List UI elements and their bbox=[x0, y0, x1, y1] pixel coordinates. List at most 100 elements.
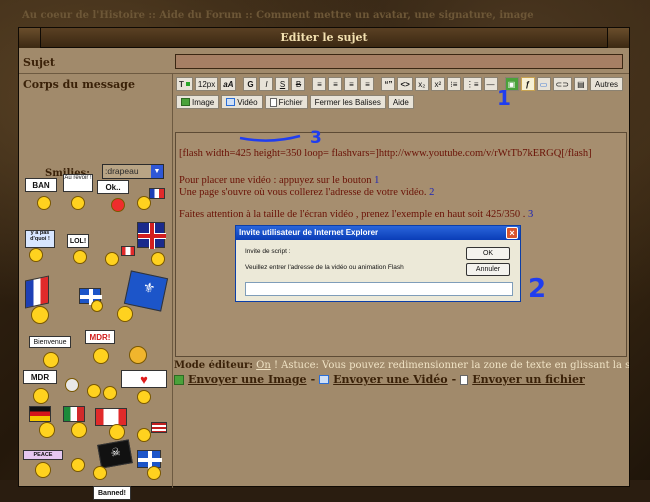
superscript-button[interactable]: x² bbox=[430, 77, 445, 91]
smiley-face-icon bbox=[37, 196, 51, 210]
table-insert-icon[interactable]: ▤ bbox=[573, 77, 588, 91]
smiley-face-icon bbox=[137, 196, 151, 210]
upload-file-link[interactable]: Envoyer un fichier bbox=[472, 373, 585, 386]
smiley-face-icon bbox=[137, 428, 151, 442]
smiley-bienvenue[interactable]: Bienvenue bbox=[29, 336, 73, 370]
bold-button[interactable]: G bbox=[243, 77, 258, 91]
instruction-3-number: 3 bbox=[528, 209, 534, 220]
smiley-flag-waving[interactable] bbox=[25, 275, 67, 326]
ok-button[interactable]: OK bbox=[466, 247, 510, 260]
others-button[interactable]: Autres bbox=[589, 77, 624, 91]
smiley-sleepy[interactable] bbox=[69, 452, 91, 476]
mode-toggle-link[interactable]: On bbox=[256, 360, 271, 371]
code-button[interactable]: <> bbox=[397, 77, 413, 91]
smiley-flag-france[interactable] bbox=[135, 188, 169, 212]
image-label: Image bbox=[192, 97, 215, 107]
smiley-small[interactable] bbox=[63, 374, 85, 396]
smiley-mdr-2[interactable]: MDR bbox=[23, 370, 61, 406]
upload-image-link[interactable]: Envoyer une Image bbox=[188, 373, 307, 386]
smiley-face-icon bbox=[65, 378, 79, 392]
text-color-button[interactable]: T bbox=[176, 77, 193, 91]
message-left-column: Corps du message Smilies: :drapeau ▼ BAN… bbox=[19, 74, 173, 500]
smilies-category-select[interactable]: :drapeau ▼ bbox=[102, 164, 164, 179]
image-icon bbox=[174, 374, 184, 385]
smiley-flag-uk[interactable] bbox=[137, 222, 171, 268]
flag-uk-icon bbox=[137, 222, 166, 249]
smiley-pirate[interactable]: ☠ bbox=[93, 439, 137, 482]
subject-label: Sujet bbox=[23, 56, 56, 69]
subject-input[interactable] bbox=[175, 54, 623, 69]
smiley-face-icon bbox=[87, 384, 101, 398]
smiley-aurevoir[interactable]: Au revoir ! bbox=[63, 174, 95, 212]
smiley-flag-canada[interactable] bbox=[103, 246, 137, 268]
file-icon bbox=[460, 374, 469, 385]
link-insert-icon[interactable]: ⊂⊃ bbox=[552, 77, 572, 91]
numbered-list-icon[interactable]: ⋮≡ bbox=[462, 77, 482, 91]
resize-tip[interactable]: ! Astuce: Vous pouvez redimensionner la … bbox=[274, 360, 629, 371]
subscript-button[interactable]: x₂ bbox=[414, 77, 429, 91]
smiley-heart[interactable]: ♥ bbox=[121, 370, 169, 404]
breadcrumb[interactable]: Au coeur de l'Histoire :: Aide du Forum … bbox=[22, 10, 534, 21]
align-center-icon[interactable]: ≡ bbox=[328, 77, 343, 91]
strike-button[interactable]: B bbox=[291, 77, 306, 91]
flash-insert-icon[interactable]: ƒ bbox=[520, 77, 535, 91]
video-icon bbox=[226, 98, 236, 106]
smiley-face-icon bbox=[31, 306, 49, 324]
smiley-flag-germany[interactable] bbox=[29, 406, 63, 440]
horizontal-rule-icon[interactable]: — bbox=[483, 77, 498, 91]
smiley-ban[interactable]: BAN bbox=[25, 178, 61, 212]
smiley-hat[interactable] bbox=[127, 342, 151, 366]
smiley-flag-quebec-2[interactable] bbox=[137, 450, 169, 480]
smiley-group[interactable] bbox=[87, 380, 121, 402]
smiley-flag-canada-big[interactable] bbox=[95, 408, 135, 442]
smiley-flag-quebec[interactable] bbox=[79, 288, 109, 314]
quote-button[interactable]: “” bbox=[381, 77, 396, 91]
bullet-list-icon[interactable]: ⁝≡ bbox=[446, 77, 461, 91]
smiley-peace[interactable]: PEACE bbox=[23, 446, 67, 480]
font-size-button[interactable]: 12px bbox=[194, 77, 219, 91]
smiley-peace-sign: PEACE bbox=[23, 450, 63, 460]
smiley-flag-big-quebec[interactable]: ⚜ bbox=[117, 270, 169, 326]
cancel-button[interactable]: Annuler bbox=[466, 263, 510, 276]
smiley-mdr-1[interactable]: MDR! bbox=[85, 330, 119, 366]
align-left-icon[interactable]: ≡ bbox=[312, 77, 327, 91]
close-icon[interactable]: × bbox=[506, 227, 518, 239]
help-label: Aide bbox=[392, 97, 409, 107]
smiley-lol-sign: LOL! bbox=[67, 234, 89, 248]
smiley-face-icon bbox=[73, 250, 87, 264]
image-button[interactable]: Image bbox=[176, 95, 220, 109]
align-right-icon[interactable]: ≡ bbox=[344, 77, 359, 91]
smiley-lol[interactable]: LOL! bbox=[63, 234, 95, 268]
subscript-label: x₂ bbox=[418, 79, 426, 89]
video-icon bbox=[319, 375, 330, 384]
smiley-flag-italy[interactable] bbox=[63, 406, 93, 440]
underline-button[interactable]: S bbox=[275, 77, 290, 91]
title-bar-corner-right bbox=[607, 28, 629, 48]
smiley-yapas[interactable]: y a pas d'quoi ! bbox=[25, 230, 61, 262]
upload-video-link[interactable]: Envoyer une Vidéo bbox=[333, 373, 448, 386]
smiley-yapas-sign: y a pas d'quoi ! bbox=[25, 230, 55, 248]
code-label: <> bbox=[400, 79, 410, 89]
flag-france-icon bbox=[149, 188, 165, 199]
smiley-face-icon bbox=[33, 388, 49, 404]
smiley-banned[interactable]: Banned! bbox=[93, 486, 135, 502]
smiley-flag-usa[interactable] bbox=[135, 422, 169, 446]
video-button[interactable]: Vidéo bbox=[221, 95, 263, 109]
font-family-button[interactable]: aA bbox=[220, 77, 237, 91]
align-justify-icon[interactable]: ≡ bbox=[360, 77, 375, 91]
smiley-ok[interactable]: Ok.. bbox=[97, 180, 133, 214]
video-insert-icon[interactable]: ▭ bbox=[536, 77, 551, 91]
flag-canada-icon bbox=[121, 246, 135, 256]
close-tags-button[interactable]: Fermer les Balises bbox=[309, 95, 386, 109]
underline-label: S bbox=[279, 79, 286, 89]
instruction-2-text: Une page s'ouvre où vous collerez l'adre… bbox=[179, 187, 430, 198]
flag-usa-icon bbox=[151, 422, 167, 433]
italic-button[interactable]: I bbox=[259, 77, 274, 91]
mode-label: Mode éditeur: bbox=[174, 360, 253, 371]
help-button[interactable]: Aide bbox=[387, 95, 414, 109]
smiley-ban-sign: BAN bbox=[25, 178, 57, 192]
smiley-ok-sign: Ok.. bbox=[97, 180, 129, 194]
video-url-input[interactable] bbox=[245, 282, 513, 296]
dialog-title-bar: Invite utilisateur de Internet Explorer … bbox=[236, 226, 520, 240]
file-button[interactable]: Fichier bbox=[264, 95, 308, 109]
